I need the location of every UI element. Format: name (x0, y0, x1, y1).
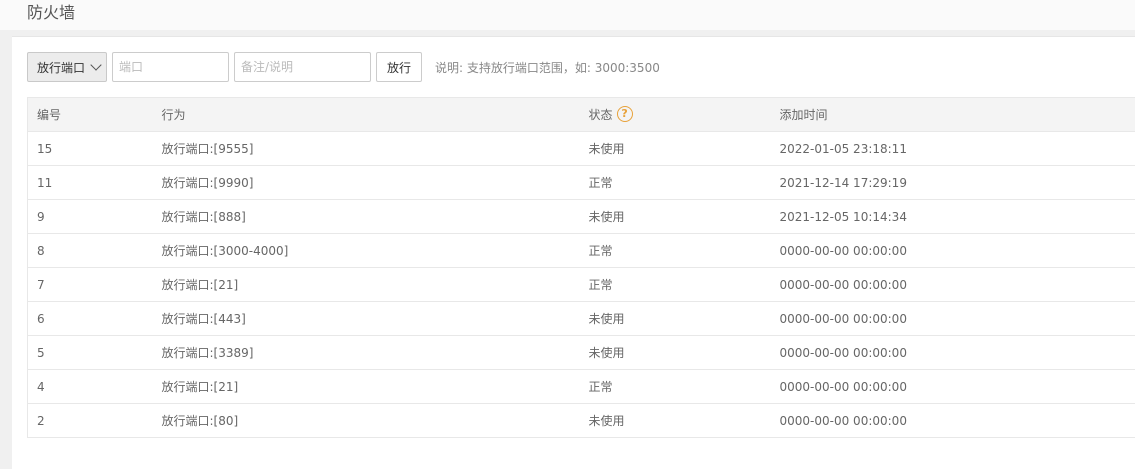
firewall-rules-table: 编号 行为 状态? 添加时间 15 放行端口:[9555] 未使用 2022-01-0… (27, 97, 1135, 438)
cell-id: 11 (27, 165, 162, 200)
table-header-row: 编号 行为 状态? 添加时间 (27, 97, 1135, 132)
header-action: 行为 (161, 97, 589, 132)
cell-id: 4 (27, 369, 162, 404)
cell-time: 0000-00-00 00:00:00 (779, 301, 1135, 336)
cell-time: 2022-01-05 23:18:11 (779, 131, 1135, 166)
table-body: 15 放行端口:[9555] 未使用 2022-01-05 23:18:11 11 放行端… (27, 131, 1135, 438)
toolbar: 放行端口 放行 说明: 支持放行端口范围，如: 3000:3500 (27, 52, 660, 82)
cell-status: 未使用 (588, 199, 780, 234)
rule-type-select-value: 放行端口 (37, 60, 86, 75)
cell-status: 正常 (588, 165, 780, 200)
cell-status: 未使用 (588, 301, 780, 336)
header-status: 状态? (588, 97, 780, 132)
cell-id: 6 (27, 301, 162, 336)
header-time: 添加时间 (779, 97, 1135, 132)
rule-type-select[interactable]: 放行端口 (27, 52, 107, 82)
cell-time: 0000-00-00 00:00:00 (779, 233, 1135, 268)
table-row: 7 放行端口:[21] 正常 0000-00-00 00:00:00 (27, 267, 1135, 302)
cell-action: 放行端口:[3000-4000] (161, 233, 589, 268)
cell-status: 正常 (588, 369, 780, 404)
note-input[interactable] (234, 52, 371, 82)
table-row: 15 放行端口:[9555] 未使用 2022-01-05 23:18:11 (27, 131, 1135, 166)
cell-action: 放行端口:[888] (161, 199, 589, 234)
cell-status: 未使用 (588, 403, 780, 438)
table-row: 6 放行端口:[443] 未使用 0000-00-00 00:00:00 (27, 301, 1135, 336)
page-title: 防火墙 (27, 3, 76, 22)
cell-time: 0000-00-00 00:00:00 (779, 335, 1135, 370)
cell-status: 正常 (588, 233, 780, 268)
table-row: 11 放行端口:[9990] 正常 2021-12-14 17:29:19 (27, 165, 1135, 200)
cell-id: 2 (27, 403, 162, 438)
page-title-bar: 防火墙 (0, 0, 1135, 30)
port-input[interactable] (112, 52, 229, 82)
table-row: 9 放行端口:[888] 未使用 2021-12-05 10:14:34 (27, 199, 1135, 234)
table-row: 5 放行端口:[3389] 未使用 0000-00-00 00:00:00 (27, 335, 1135, 370)
cell-action: 放行端口:[80] (161, 403, 589, 438)
cell-id: 9 (27, 199, 162, 234)
cell-action: 放行端口:[443] (161, 301, 589, 336)
table-row: 2 放行端口:[80] 未使用 0000-00-00 00:00:00 (27, 403, 1135, 438)
cell-action: 放行端口:[21] (161, 369, 589, 404)
cell-action: 放行端口:[9555] (161, 131, 589, 166)
cell-time: 0000-00-00 00:00:00 (779, 369, 1135, 404)
firewall-panel: 放行端口 放行 说明: 支持放行端口范围，如: 3000:3500 编号 行为 … (12, 36, 1135, 469)
cell-time: 0000-00-00 00:00:00 (779, 403, 1135, 438)
cell-id: 8 (27, 233, 162, 268)
cell-id: 5 (27, 335, 162, 370)
cell-status: 未使用 (588, 335, 780, 370)
question-circle-icon[interactable]: ? (616, 106, 633, 123)
cell-time: 2021-12-14 17:29:19 (779, 165, 1135, 200)
hint-text: 说明: 支持放行端口范围，如: 3000:3500 (435, 60, 660, 75)
cell-action: 放行端口:[9990] (161, 165, 589, 200)
cell-id: 15 (27, 131, 162, 166)
table-row: 8 放行端口:[3000-4000] 正常 0000-00-00 00:00:00 (27, 233, 1135, 268)
cell-status: 未使用 (588, 131, 780, 166)
cell-status: 正常 (588, 267, 780, 302)
cell-id: 7 (27, 267, 162, 302)
chevron-down-icon (90, 59, 102, 71)
table-row: 4 放行端口:[21] 正常 0000-00-00 00:00:00 (27, 369, 1135, 404)
cell-time: 2021-12-05 10:14:34 (779, 199, 1135, 234)
header-status-label: 状态 (588, 107, 613, 122)
cell-time: 0000-00-00 00:00:00 (779, 267, 1135, 302)
cell-action: 放行端口:[21] (161, 267, 589, 302)
cell-action: 放行端口:[3389] (161, 335, 589, 370)
header-id: 编号 (27, 97, 162, 132)
allow-button[interactable]: 放行 (376, 52, 422, 82)
